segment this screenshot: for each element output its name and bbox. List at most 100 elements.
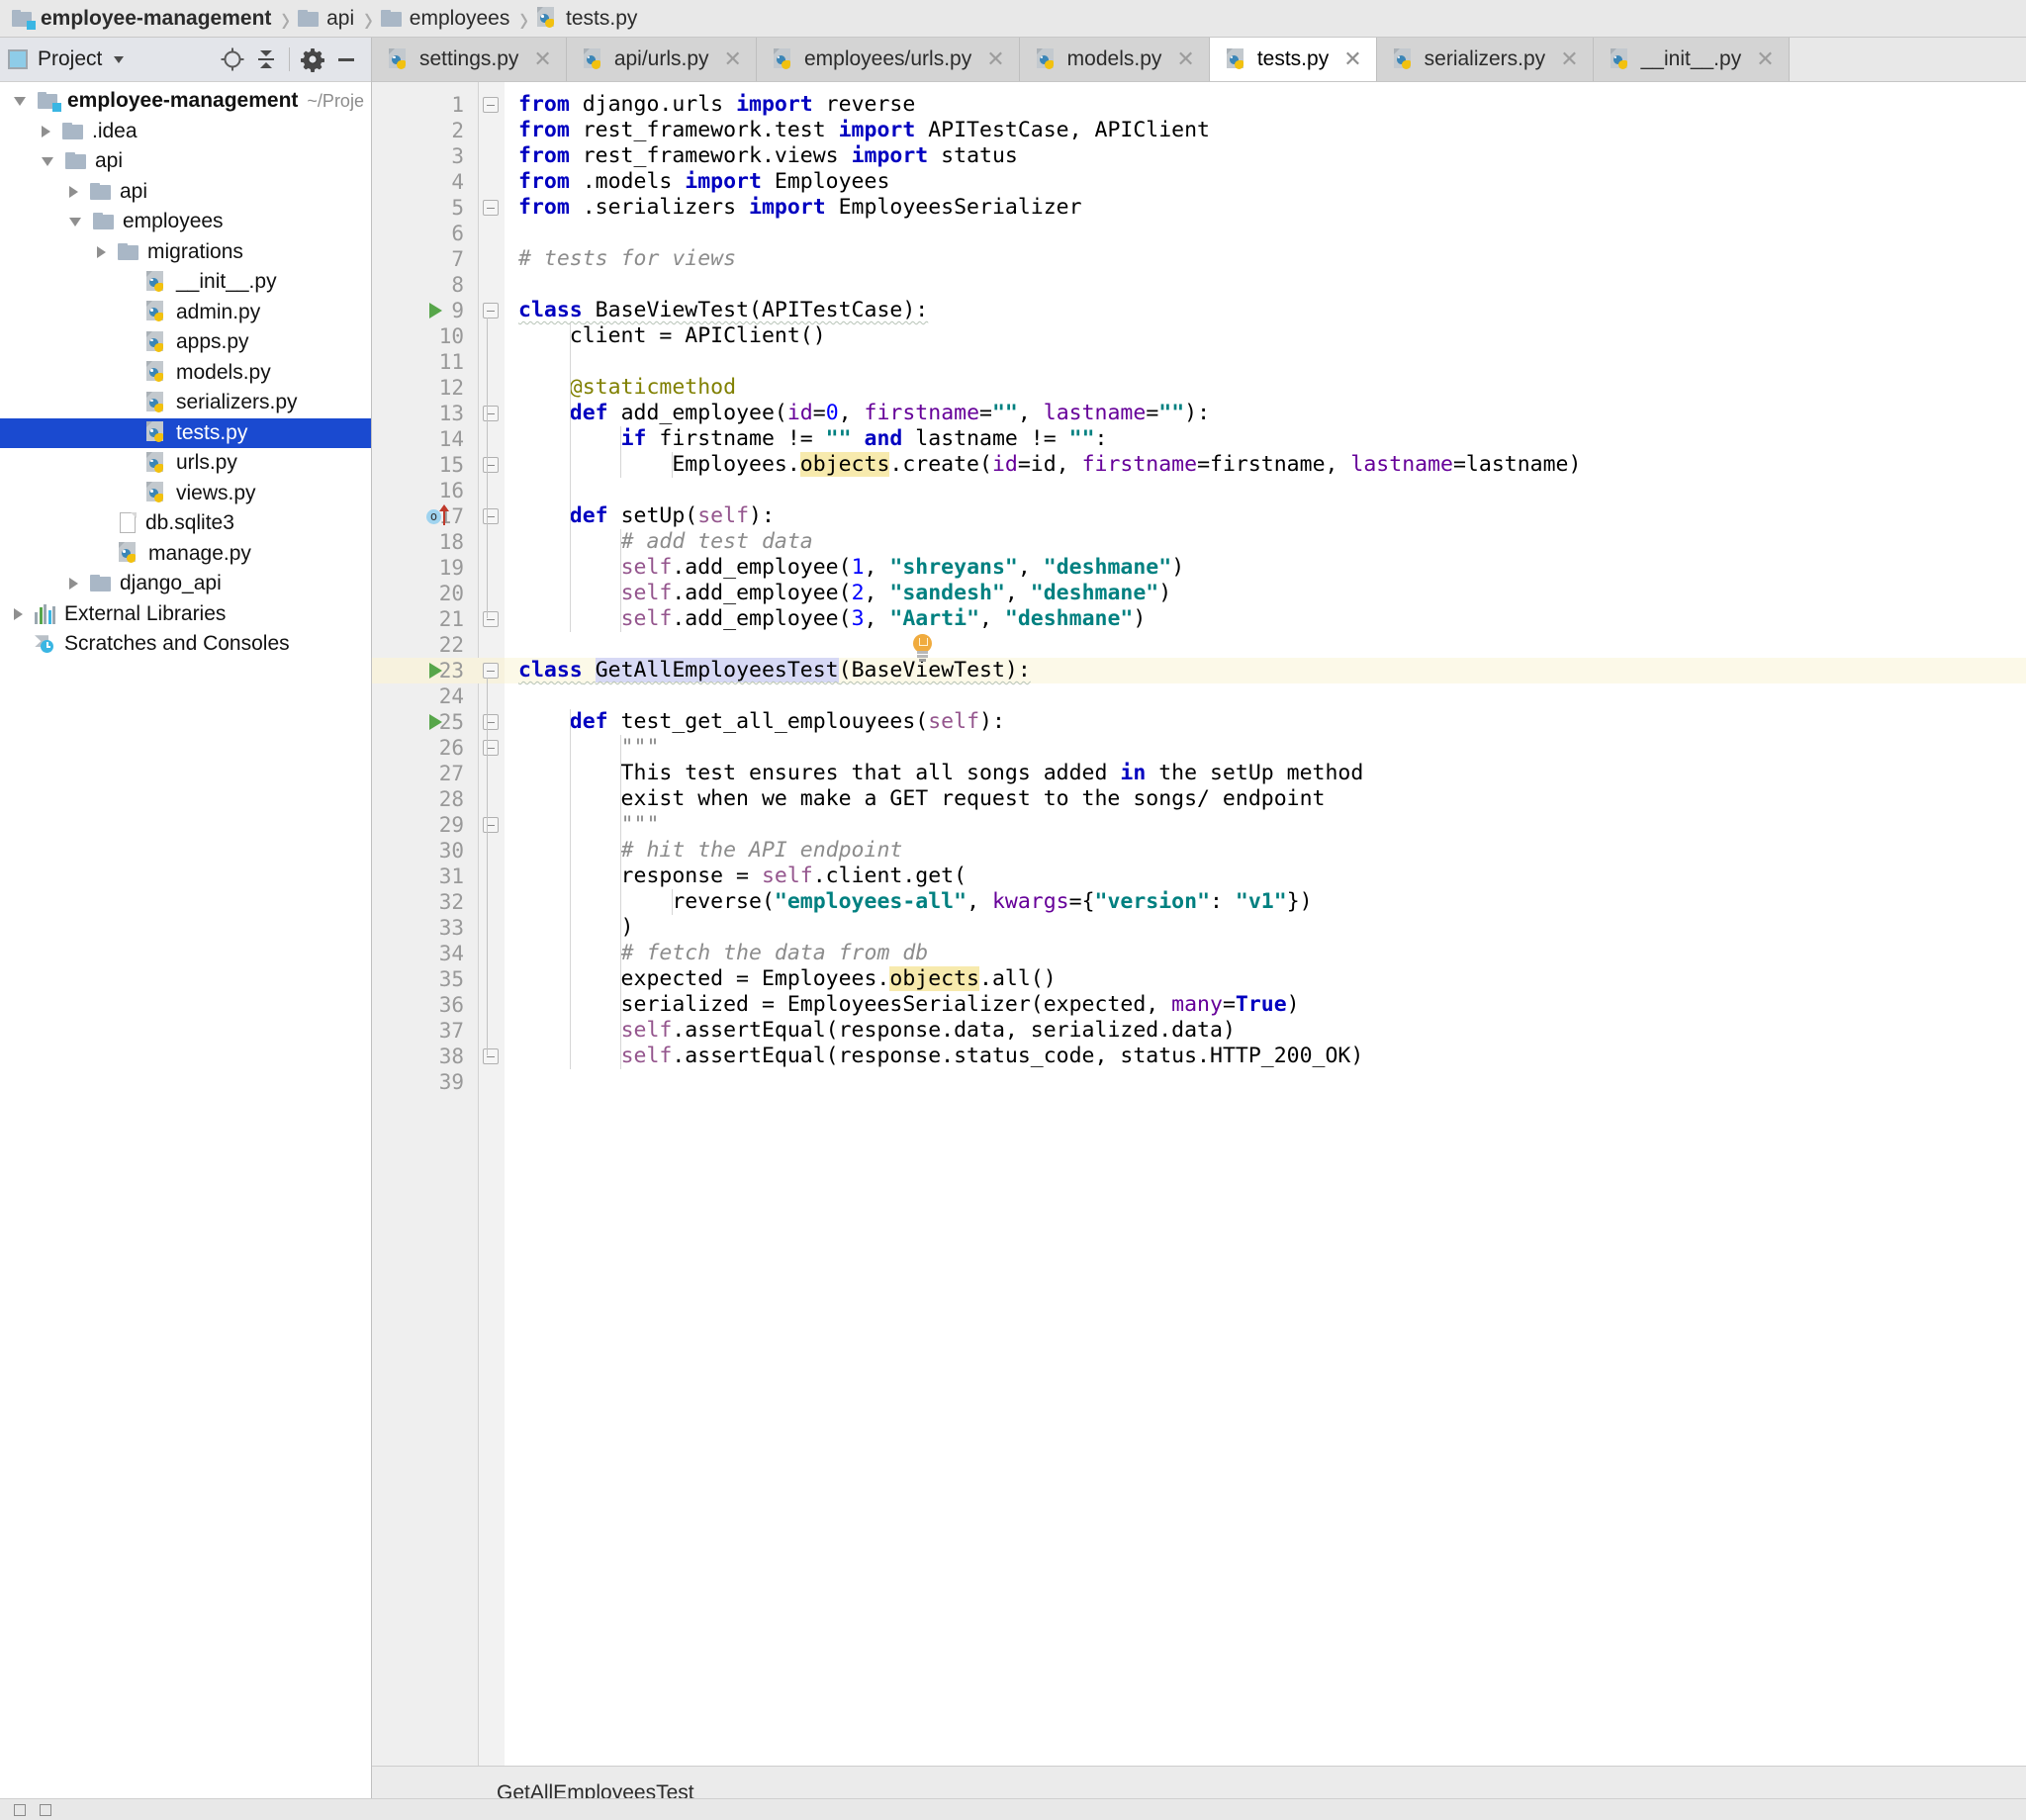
- code-line[interactable]: [505, 221, 518, 246]
- code-line[interactable]: Employees.objects.create(id=id, firstnam…: [505, 452, 1581, 478]
- editor-gutter[interactable]: 1234567891011121314151617181920212223242…: [372, 82, 479, 1766]
- code-text-area[interactable]: from django.urls import reverse from rest…: [505, 82, 2026, 1766]
- tree-node-employee-management[interactable]: employee-management~/Proje: [0, 86, 371, 117]
- code-line[interactable]: serialized = EmployeesSerializer(expecte…: [505, 992, 1300, 1018]
- code-line[interactable]: from rest_framework.views import status: [505, 143, 1018, 169]
- close-icon[interactable]: ✕: [1343, 48, 1361, 70]
- close-icon[interactable]: ✕: [533, 48, 551, 70]
- tree-node-django-api[interactable]: django_api: [0, 569, 371, 599]
- fold-toggle-icon[interactable]: [483, 611, 499, 627]
- gear-icon[interactable]: [296, 43, 329, 76]
- terminal-tool-button[interactable]: [40, 1804, 51, 1816]
- tree-node-migrations[interactable]: migrations: [0, 237, 371, 268]
- fold-toggle-icon[interactable]: [483, 303, 499, 318]
- code-line[interactable]: def add_employee(id=0, firstname="", las…: [505, 401, 1210, 426]
- tree-node-admin-py[interactable]: admin.py: [0, 298, 371, 328]
- code-line[interactable]: if firstname != "" and lastname != "":: [505, 426, 1107, 452]
- code-line[interactable]: # hit the API endpoint: [505, 838, 902, 864]
- tree-expand-arrow-right-icon[interactable]: [97, 246, 106, 258]
- tree-node-serializers-py[interactable]: serializers.py: [0, 388, 371, 418]
- code-line[interactable]: def test_get_all_emplouyees(self):: [505, 709, 1005, 735]
- editor-tab-settings-py[interactable]: settings.py✕: [372, 38, 567, 81]
- breadcrumb-item-employees[interactable]: employees: [379, 0, 514, 38]
- editor-tab-bar[interactable]: settings.py✕api/urls.py✕employees/urls.p…: [372, 38, 2026, 82]
- code-line[interactable]: [505, 1069, 518, 1095]
- code-line[interactable]: client = APIClient(): [505, 323, 826, 349]
- breadcrumb-item-employee-management[interactable]: employee-management: [10, 0, 275, 38]
- tree-expand-arrow-down-icon[interactable]: [69, 218, 81, 227]
- bottom-tool-strip[interactable]: [0, 1798, 2026, 1820]
- code-line[interactable]: [505, 272, 518, 298]
- editor-tab-models-py[interactable]: models.py✕: [1020, 38, 1210, 81]
- override-method-icon[interactable]: o: [426, 503, 460, 529]
- tree-expand-arrow-right-icon[interactable]: [42, 126, 50, 137]
- run-gutter-icon[interactable]: [429, 303, 442, 318]
- collapse-all-icon[interactable]: [249, 43, 283, 76]
- fold-toggle-icon[interactable]: [483, 663, 499, 679]
- tree-expand-arrow-down-icon[interactable]: [42, 157, 53, 166]
- code-line[interactable]: self.add_employee(1, "shreyans", "deshma…: [505, 555, 1184, 581]
- fold-toggle-icon[interactable]: [483, 457, 499, 473]
- editor-tab-tests-py[interactable]: tests.py✕: [1210, 38, 1377, 81]
- tree-node-apps-py[interactable]: apps.py: [0, 327, 371, 358]
- chevron-down-icon[interactable]: [114, 56, 124, 63]
- code-folding-strip[interactable]: [479, 82, 505, 1766]
- code-line[interactable]: This test ensures that all songs added i…: [505, 761, 1363, 786]
- minimize-icon[interactable]: [329, 43, 363, 76]
- tree-node-api[interactable]: api: [0, 177, 371, 208]
- tree-node--idea[interactable]: .idea: [0, 117, 371, 147]
- tree-expand-arrow-down-icon[interactable]: [14, 97, 26, 106]
- code-line[interactable]: # fetch the data from db: [505, 941, 928, 966]
- tree-node--init-py[interactable]: __init__.py: [0, 267, 371, 298]
- tree-node-tests-py[interactable]: tests.py: [0, 418, 371, 449]
- tree-expand-arrow-right-icon[interactable]: [69, 186, 78, 198]
- run-gutter-icon[interactable]: [429, 663, 442, 679]
- code-line[interactable]: def setUp(self):: [505, 503, 775, 529]
- code-line[interactable]: [505, 683, 518, 709]
- tree-expand-arrow-right-icon[interactable]: [14, 608, 23, 620]
- close-icon[interactable]: ✕: [1756, 48, 1774, 70]
- editor-tab-api-urls-py[interactable]: api/urls.py✕: [567, 38, 757, 81]
- fold-toggle-icon[interactable]: [483, 817, 499, 833]
- breadcrumb-item-tests-py[interactable]: tests.py: [534, 0, 641, 38]
- project-file-tree[interactable]: employee-management~/Proje.ideaapiapiemp…: [0, 82, 371, 1820]
- code-line[interactable]: [505, 478, 518, 503]
- fold-toggle-icon[interactable]: [483, 508, 499, 524]
- code-line[interactable]: # add test data: [505, 529, 813, 555]
- fold-toggle-icon[interactable]: [483, 97, 499, 113]
- editor-tab-employees-urls-py[interactable]: employees/urls.py✕: [757, 38, 1020, 81]
- code-line[interactable]: """: [505, 735, 659, 761]
- code-line[interactable]: class GetAllEmployeesTest(BaseViewTest):: [505, 658, 1031, 683]
- run-gutter-icon[interactable]: [429, 714, 442, 730]
- close-icon[interactable]: ✕: [1176, 48, 1194, 70]
- fold-toggle-icon[interactable]: [483, 714, 499, 730]
- code-line[interactable]: """: [505, 812, 659, 838]
- fold-toggle-icon[interactable]: [483, 200, 499, 216]
- todo-tool-button[interactable]: [14, 1804, 26, 1816]
- tree-node-db-sqlite3[interactable]: db.sqlite3: [0, 508, 371, 539]
- code-line[interactable]: from .models import Employees: [505, 169, 889, 195]
- code-line[interactable]: from django.urls import reverse: [505, 92, 915, 118]
- close-icon[interactable]: ✕: [986, 48, 1004, 70]
- code-line[interactable]: [505, 632, 518, 658]
- editor-tab--init-py[interactable]: __init__.py✕: [1594, 38, 1790, 81]
- tree-node-scratches-and-consoles[interactable]: Scratches and Consoles: [0, 629, 371, 660]
- tree-node-views-py[interactable]: views.py: [0, 479, 371, 509]
- code-line[interactable]: self.add_employee(3, "Aarti", "deshmane"…: [505, 606, 1146, 632]
- tree-node-models-py[interactable]: models.py: [0, 358, 371, 389]
- code-line[interactable]: self.assertEqual(response.status_code, s…: [505, 1044, 1363, 1069]
- tree-expand-arrow-right-icon[interactable]: [69, 578, 78, 590]
- breadcrumb-item-api[interactable]: api: [296, 0, 358, 38]
- code-line[interactable]: exist when we make a GET request to the …: [505, 786, 1325, 812]
- close-icon[interactable]: ✕: [724, 48, 742, 70]
- close-icon[interactable]: ✕: [1560, 48, 1578, 70]
- code-line[interactable]: expected = Employees.objects.all(): [505, 966, 1057, 992]
- fold-toggle-icon[interactable]: [483, 406, 499, 421]
- tree-node-manage-py[interactable]: manage.py: [0, 539, 371, 570]
- code-line[interactable]: reverse("employees-all", kwargs={"versio…: [505, 889, 1313, 915]
- code-line[interactable]: response = self.client.get(: [505, 864, 967, 889]
- tree-node-urls-py[interactable]: urls.py: [0, 448, 371, 479]
- tree-node-external-libraries[interactable]: External Libraries: [0, 599, 371, 630]
- code-line[interactable]: [505, 349, 518, 375]
- intention-bulb-icon[interactable]: [911, 634, 935, 662]
